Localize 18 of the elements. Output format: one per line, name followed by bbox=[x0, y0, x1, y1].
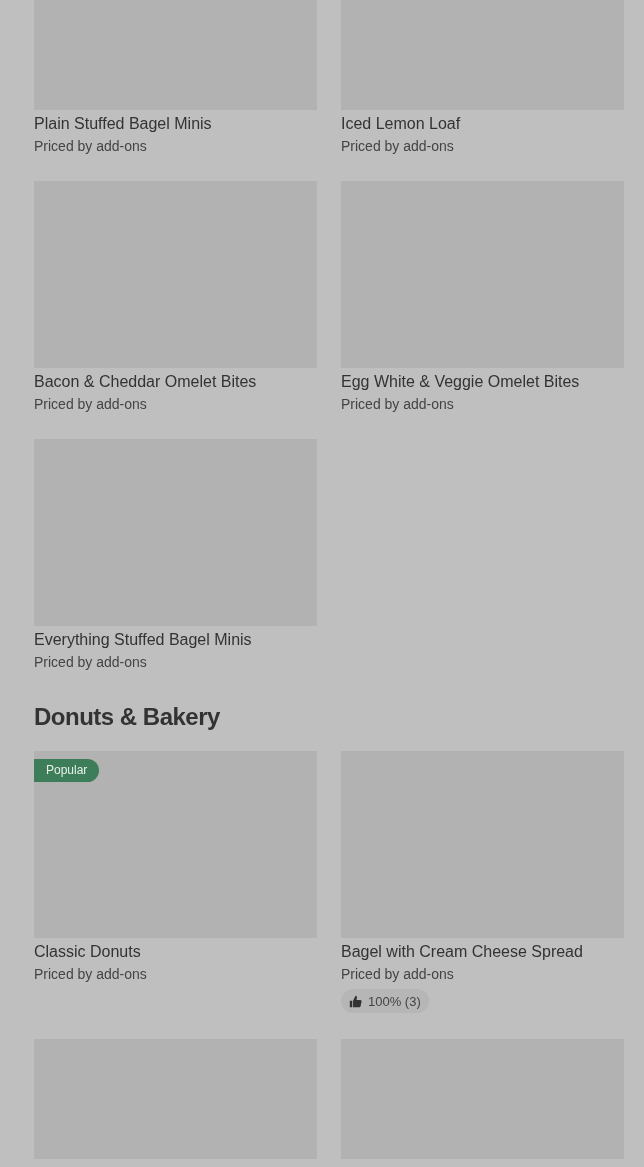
item-price: Priced by add-ons bbox=[341, 965, 455, 983]
item-name[interactable]: Everything Stuffed Bagel Minis bbox=[34, 630, 317, 650]
item-price: Priced by add-ons bbox=[34, 653, 148, 671]
item-price: Priced by add-ons bbox=[341, 137, 455, 155]
item-name[interactable]: Bacon & Cheddar Omelet Bites bbox=[34, 372, 317, 392]
item-price: Priced by add-ons bbox=[34, 395, 148, 413]
thumbs-up-icon bbox=[349, 994, 362, 1008]
item-name[interactable]: Iced Lemon Loaf bbox=[341, 114, 624, 134]
popular-badge: Popular bbox=[34, 759, 100, 782]
section-heading: Donuts & Bakery bbox=[34, 702, 221, 732]
item-name[interactable]: Bagel with Cream Cheese Spread bbox=[341, 942, 624, 962]
item-name[interactable]: Egg White & Veggie Omelet Bites bbox=[341, 372, 624, 392]
item-name[interactable]: Plain Stuffed Bagel Minis bbox=[34, 114, 317, 134]
rating-pill: 100% (3) bbox=[341, 989, 429, 1013]
item-price: Priced by add-ons bbox=[341, 395, 455, 413]
item-price: Priced by add-ons bbox=[34, 965, 148, 983]
item-price: Priced by add-ons bbox=[34, 137, 148, 155]
item-name[interactable]: Classic Donuts bbox=[34, 942, 317, 962]
